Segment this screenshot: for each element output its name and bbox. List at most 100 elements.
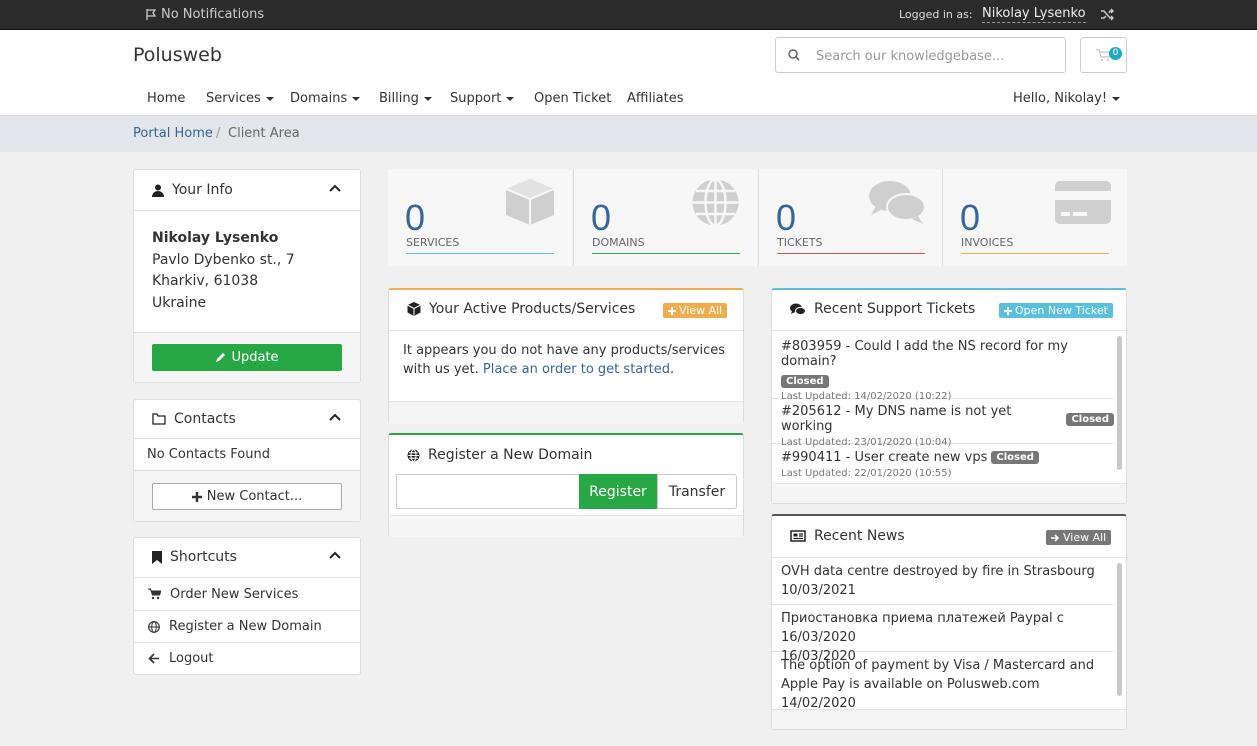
search-input[interactable] [816,46,1056,66]
ticket-subject: #205612 - My DNS name is not yet working [781,404,1012,434]
arrow-right-icon [1051,533,1060,542]
notifications-link[interactable]: No Notifications [145,7,264,22]
nav-billing-label: Billing [379,91,419,106]
tickets-title: Recent Support Tickets [814,301,976,317]
invoices-underline [961,253,1109,254]
register-domain-title: Register a New Domain [428,447,593,463]
contacts-header: Contacts [152,411,236,427]
tickets-underline [777,253,925,254]
chevron-up-icon[interactable] [329,413,341,421]
account-menu[interactable]: Hello, Nikolay! [1013,91,1121,106]
plus-icon [191,491,202,502]
brand-logo[interactable]: Polusweb [133,44,222,66]
nav-home[interactable]: Home [147,91,185,106]
plus-icon [668,306,676,315]
register-domain-header: Register a New Domain [407,447,592,463]
cube-icon [407,302,421,316]
shuffle-icon[interactable] [1100,8,1115,21]
client-name: Nikolay Lysenko [152,230,279,246]
products-panel: Your Active Products/Services View All I… [388,288,744,424]
shortcut-order-services[interactable]: Order New Services [134,577,360,610]
update-button[interactable]: Update [152,344,342,371]
globe-icon [148,620,160,633]
domain-input[interactable] [396,474,579,509]
ticket-subject: #803959 - Could I add the NS record for … [781,339,1068,369]
flag-icon [145,8,158,21]
bookmark-icon [152,550,162,564]
folder-icon [152,413,166,425]
ticket-row[interactable]: #205612 - My DNS name is not yet working… [772,399,1114,448]
shortcut-label: Register a New Domain [169,619,322,634]
news-scrollbar[interactable] [1117,563,1122,696]
news-item[interactable]: Приостановка приема платежей Paypal с 16… [772,605,1114,664]
stat-invoices[interactable]: 0 INVOICES [942,169,1127,266]
client-address-2: Kharkiv, 61038 [152,273,259,289]
ticket-row[interactable]: #990411 - User create new vps Closed Last… [772,444,1114,484]
news-item[interactable]: OVH data centre destroyed by fire in Str… [772,558,1114,605]
register-domain-panel: Register a New Domain Register Transfer [388,433,744,537]
products-view-all-button[interactable]: View All [663,303,728,318]
caret-down-icon [506,96,515,101]
nav-affiliates[interactable]: Affiliates [627,91,684,106]
shortcut-label: Logout [169,651,214,666]
place-order-link[interactable]: Place an order to get started [483,362,670,377]
stat-domains[interactable]: 0 DOMAINS [573,169,757,266]
caret-down-icon [265,96,274,101]
register-button[interactable]: Register [579,474,657,509]
domains-underline [592,253,740,254]
tickets-count: 0 [776,197,797,238]
products-header: Your Active Products/Services [407,301,635,317]
products-empty-message: It appears you do not have any products/… [403,341,733,379]
ticket-status-badge: Closed [1066,412,1114,426]
nav-domains[interactable]: Domains [290,91,361,106]
breadcrumb-current: Client Area [228,126,300,141]
caret-down-icon [1112,96,1121,101]
news-view-all-button[interactable]: View All [1046,530,1112,545]
transfer-button-label: Transfer [668,483,726,500]
nav-services[interactable]: Services [206,91,274,106]
nav-services-label: Services [206,91,261,106]
user-name-link[interactable]: Nikolay Lysenko [982,6,1086,23]
news-title: Recent News [814,528,905,544]
transfer-button[interactable]: Transfer [657,474,737,509]
stat-services[interactable]: 0 SERVICES [388,169,572,266]
shortcut-logout[interactable]: Logout [134,642,360,674]
nav-open-ticket[interactable]: Open Ticket [534,91,611,106]
new-contact-button[interactable]: New Contact... [152,483,342,510]
ticket-status-badge: Closed [781,375,829,388]
shortcuts-panel: Shortcuts Order New Services Register a … [133,537,361,675]
news-item-date: 10/03/2021 [781,583,856,598]
news-item[interactable]: The option of payment by Visa / Masterca… [772,652,1114,711]
greeting-label: Hello, Nikolay! [1013,91,1108,106]
nav-billing[interactable]: Billing [379,91,432,106]
tickets-label: TICKETS [777,236,823,249]
contacts-panel: Contacts No Contacts Found New Contact..… [133,399,361,522]
domains-count: 0 [591,197,612,238]
shortcut-label: Order New Services [170,586,299,602]
stat-tickets[interactable]: 0 TICKETS [758,169,942,266]
cart-button[interactable]: 0 [1080,37,1127,73]
breadcrumb-home[interactable]: Portal Home [133,126,213,141]
ticket-row[interactable]: #803959 - Could I add the NS record for … [772,331,1114,402]
invoices-count: 0 [960,197,981,238]
nav-affiliates-label: Affiliates [627,91,684,106]
shortcut-register-domain[interactable]: Register a New Domain [134,610,360,642]
ticket-status-badge: Closed [991,451,1039,464]
tickets-panel: Recent Support Tickets Open New Ticket #… [771,288,1127,504]
shortcuts-header: Shortcuts [152,549,237,565]
your-info-panel: Your Info Nikolay Lysenko Pavlo Dybenko … [133,169,361,383]
cart-count-badge: 0 [1109,47,1122,60]
shortcuts-title: Shortcuts [170,549,237,565]
chevron-up-icon[interactable] [329,184,341,192]
contacts-title: Contacts [174,411,236,427]
top-bar: No Notifications Logged in as: Nikolay L… [0,0,1257,30]
no-contacts-text: No Contacts Found [147,447,270,462]
comments-icon [868,180,926,226]
breadcrumb-separator: / [216,126,221,141]
open-new-ticket-button[interactable]: Open New Ticket [999,303,1113,318]
notifications-label: No Notifications [161,7,265,22]
nav-support[interactable]: Support [450,91,515,106]
tickets-scrollbar[interactable] [1117,336,1122,470]
chevron-up-icon[interactable] [329,551,341,559]
view-all-label: View All [679,304,723,317]
